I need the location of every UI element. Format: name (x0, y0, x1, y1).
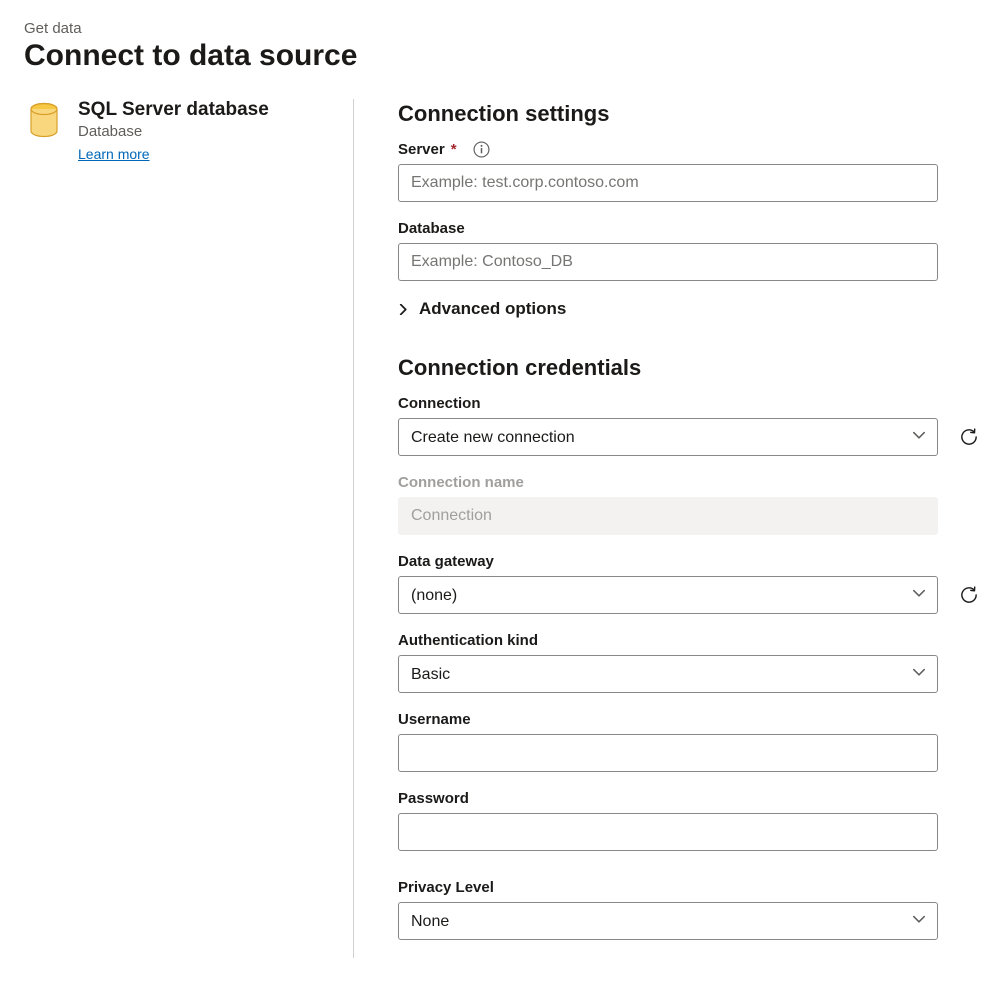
connection-select[interactable]: Create new connection (398, 418, 938, 456)
password-label: Password (398, 790, 980, 807)
database-input[interactable] (398, 243, 938, 281)
refresh-gateway-button[interactable] (958, 584, 980, 606)
server-input[interactable] (398, 164, 938, 202)
connection-settings-heading: Connection settings (398, 101, 980, 127)
learn-more-link[interactable]: Learn more (78, 146, 150, 162)
data-gateway-select[interactable]: (none) (398, 576, 938, 614)
connector-sidebar: SQL Server database Database Learn more (24, 99, 353, 958)
connection-label: Connection (398, 395, 980, 412)
advanced-options-toggle[interactable]: Advanced options (398, 299, 980, 319)
breadcrumb: Get data (24, 20, 980, 37)
privacy-level-label: Privacy Level (398, 879, 980, 896)
server-label: Server * (398, 141, 980, 158)
username-input[interactable] (398, 734, 938, 772)
privacy-level-select[interactable]: None (398, 902, 938, 940)
connection-credentials-heading: Connection credentials (398, 355, 980, 381)
connection-name-input (398, 497, 938, 535)
info-icon[interactable] (473, 141, 490, 158)
username-label: Username (398, 711, 980, 728)
refresh-connection-button[interactable] (958, 426, 980, 448)
required-indicator: * (451, 141, 457, 158)
page-title: Connect to data source (24, 39, 980, 73)
password-input[interactable] (398, 813, 938, 851)
vertical-divider (353, 99, 354, 958)
database-icon (24, 101, 64, 141)
connection-name-label: Connection name (398, 474, 980, 491)
database-label: Database (398, 220, 980, 237)
connector-subtitle: Database (78, 123, 269, 140)
data-gateway-label: Data gateway (398, 553, 980, 570)
authentication-kind-label: Authentication kind (398, 632, 980, 649)
chevron-right-icon (398, 304, 409, 315)
authentication-kind-select[interactable]: Basic (398, 655, 938, 693)
connector-title: SQL Server database (78, 99, 269, 121)
